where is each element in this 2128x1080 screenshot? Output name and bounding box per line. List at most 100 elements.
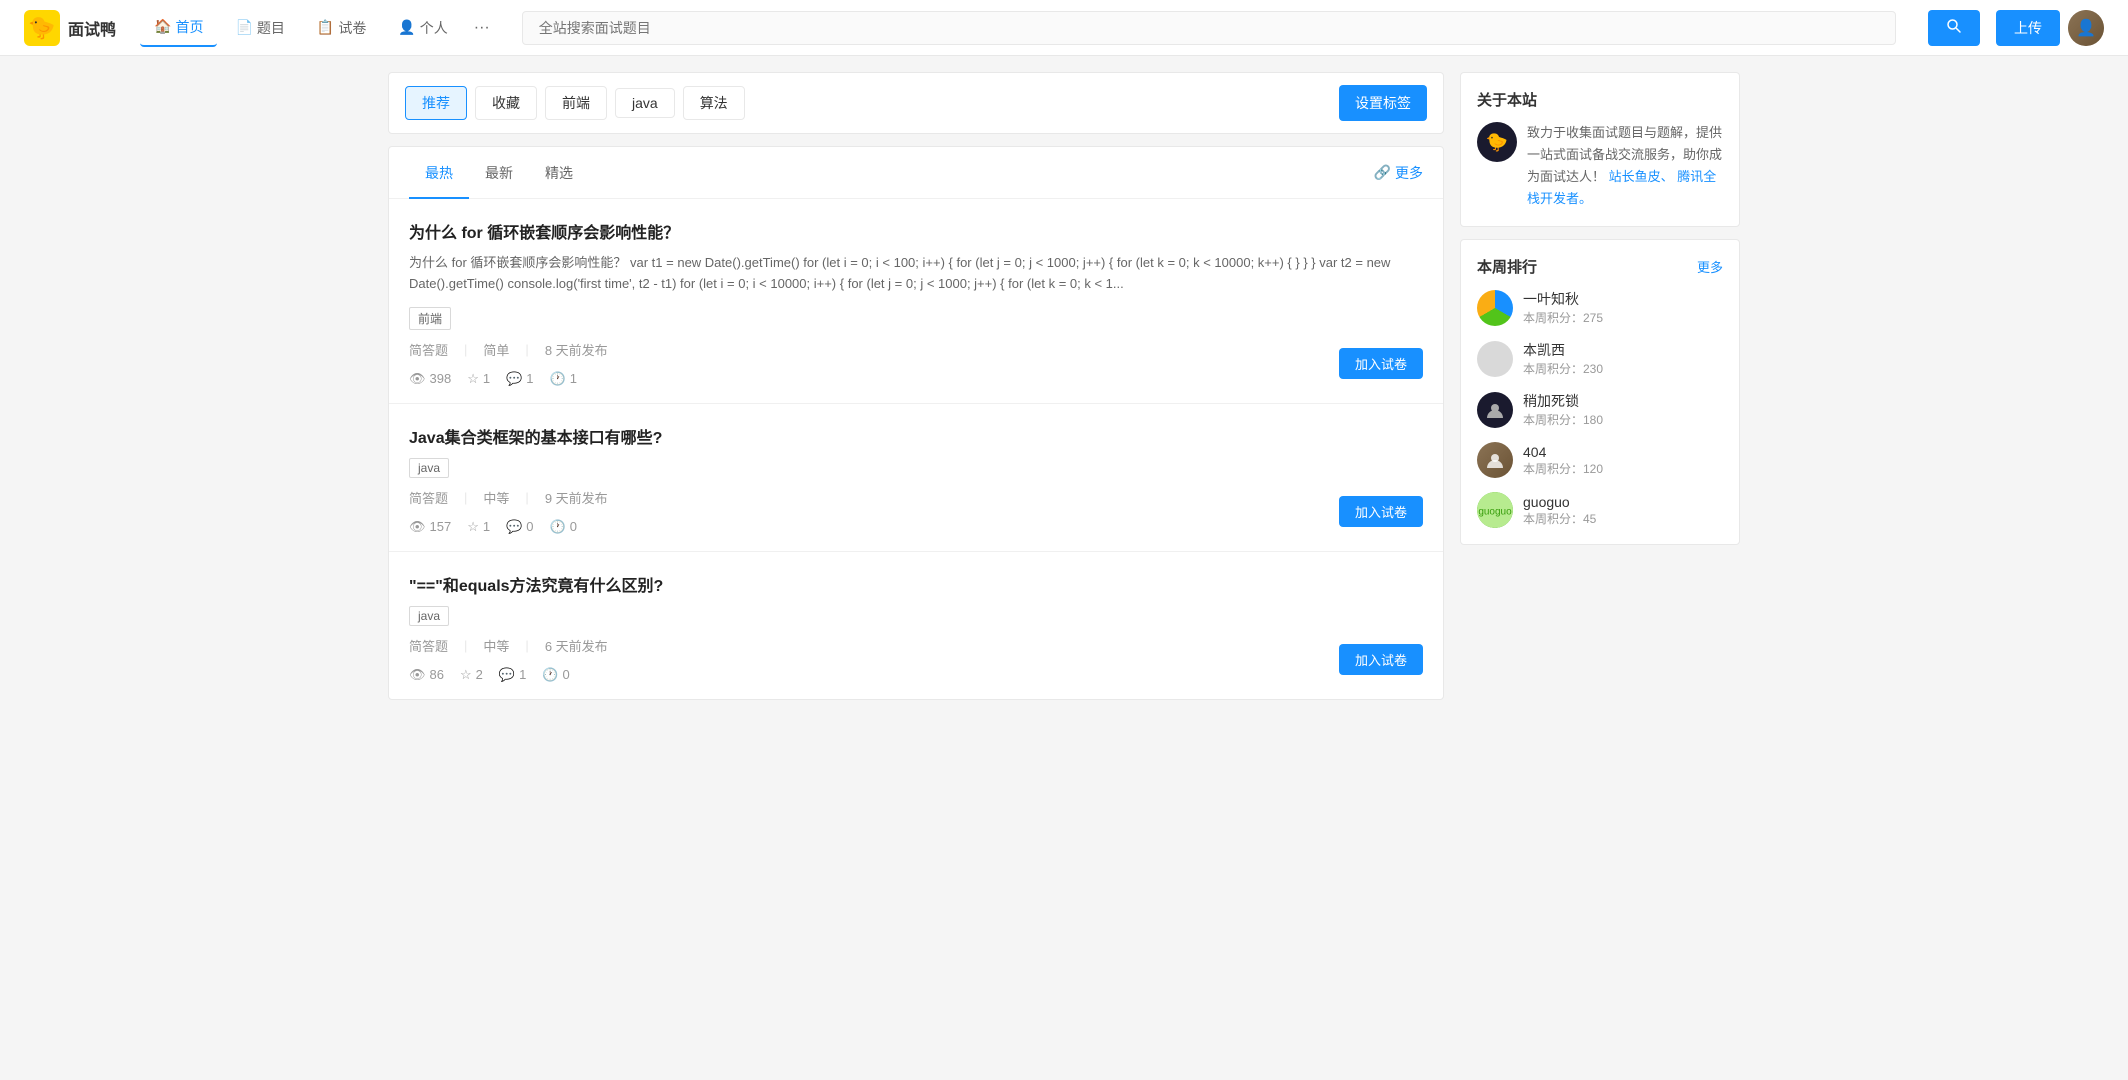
star-icon: ☆ xyxy=(467,371,479,387)
stat-stars-3: ☆ 2 xyxy=(460,667,483,683)
add-exam-button-1[interactable]: 加入试卷 xyxy=(1339,348,1423,379)
rank-info-4: 404 本周积分：120 xyxy=(1523,444,1723,477)
rank-item: guoguo guoguo 本周积分：45 xyxy=(1477,492,1723,528)
logo[interactable]: 🐤 面试鸭 xyxy=(24,10,116,46)
stat-views-3: 👁 86 xyxy=(409,667,444,683)
q-tag[interactable]: java xyxy=(409,458,449,478)
rank-more-link[interactable]: 更多 xyxy=(1697,257,1723,276)
content-left: 推荐 收藏 前端 java 算法 设置标签 最热 最新 精选 🔗 更多 xyxy=(388,72,1444,700)
stat-views-2: 👁 157 xyxy=(409,519,451,535)
rank-avatar-3 xyxy=(1477,392,1513,428)
rank-title: 本周排行 xyxy=(1477,256,1537,277)
q-tag[interactable]: 前端 xyxy=(409,307,451,330)
rank-name-4: 404 xyxy=(1523,444,1723,460)
rank-item: 一叶知秋 本周积分：275 xyxy=(1477,289,1723,326)
rank-avatar-1 xyxy=(1477,290,1513,326)
question-meta-2: 简答题 | 中等 | 9 天前发布 xyxy=(409,488,608,507)
sidebar-right: 关于本站 🐤 致力于收集面试题目与题解，提供一站式面试备战交流服务，助你成为面试… xyxy=(1460,72,1740,700)
question-item: 为什么 for 循环嵌套顺序会影响性能？ 为什么 for 循环嵌套顺序会影响性能… xyxy=(389,199,1443,404)
question-type-3: 简答题 xyxy=(409,636,448,655)
q-tag[interactable]: java xyxy=(409,606,449,626)
question-meta-1: 简答题 | 简单 | 8 天前发布 xyxy=(409,340,608,359)
author-link-1[interactable]: 站长鱼皮、 xyxy=(1609,169,1674,184)
question-difficulty-1: 简单 xyxy=(483,340,509,359)
history-icon: 🕐 xyxy=(550,371,566,387)
rank-name-5: guoguo xyxy=(1523,494,1723,510)
search-input[interactable] xyxy=(522,11,1896,45)
rank-name-1: 一叶知秋 xyxy=(1523,289,1723,309)
add-exam-button-3[interactable]: 加入试卷 xyxy=(1339,644,1423,675)
tag-collected[interactable]: 收藏 xyxy=(475,86,537,120)
tag-java[interactable]: java xyxy=(615,88,675,118)
navbar: 🐤 面试鸭 🏠 首页 📄 题目 📋 试卷 👤 个人 ··· xyxy=(0,0,2128,56)
search-button[interactable] xyxy=(1928,10,1980,46)
about-site-title: 关于本站 xyxy=(1477,89,1723,110)
question-footer-1: 简答题 | 简单 | 8 天前发布 👁 398 xyxy=(409,340,1423,387)
comment-icon: 💬 xyxy=(506,519,522,535)
rank-score-1: 本周积分：275 xyxy=(1523,309,1723,326)
stat-comments-2: 💬 0 xyxy=(506,519,533,535)
person-icon: 👤 xyxy=(398,19,415,36)
rank-score-4: 本周积分：120 xyxy=(1523,460,1723,477)
rank-avatar-2 xyxy=(1477,341,1513,377)
star-icon: ☆ xyxy=(460,667,472,683)
about-site-card: 关于本站 🐤 致力于收集面试题目与题解，提供一站式面试备战交流服务，助你成为面试… xyxy=(1460,72,1740,227)
tag-recommended[interactable]: 推荐 xyxy=(405,86,467,120)
navbar-right: 上传 👤 xyxy=(1920,10,2104,46)
question-title-2[interactable]: Java集合类框架的基本接口有哪些? xyxy=(409,424,1423,448)
more-link[interactable]: 🔗 更多 xyxy=(1374,163,1423,183)
set-tags-button[interactable]: 设置标签 xyxy=(1339,85,1427,121)
question-tags-1: 前端 xyxy=(409,307,1423,330)
search-area xyxy=(522,11,1896,45)
stat-history-3: 🕐 0 xyxy=(542,667,569,683)
question-footer-3: 简答题 | 中等 | 6 天前发布 👁 86 ☆ xyxy=(409,636,1423,683)
nav-exams[interactable]: 📋 试卷 xyxy=(303,10,380,46)
question-footer-2: 简答题 | 中等 | 9 天前发布 👁 157 xyxy=(409,488,1423,535)
star-icon: ☆ xyxy=(467,519,479,535)
stat-history-2: 🕐 0 xyxy=(550,519,577,535)
tab-latest[interactable]: 最新 xyxy=(469,147,529,199)
stat-stars-2: ☆ 1 xyxy=(467,519,490,535)
question-title-1[interactable]: 为什么 for 循环嵌套顺序会影响性能？ xyxy=(409,219,1423,243)
user-avatar[interactable]: 👤 xyxy=(2068,10,2104,46)
tag-algorithm[interactable]: 算法 xyxy=(683,86,745,120)
nav-links: 🏠 首页 📄 题目 📋 试卷 👤 个人 ··· xyxy=(140,9,498,47)
rank-score-5: 本周积分：45 xyxy=(1523,510,1723,527)
nav-more[interactable]: ··· xyxy=(466,11,498,45)
rank-info-5: guoguo 本周积分：45 xyxy=(1523,494,1723,527)
tab-hot[interactable]: 最热 xyxy=(409,147,469,199)
rank-avatar-4 xyxy=(1477,442,1513,478)
question-excerpt-1: 为什么 for 循环嵌套顺序会影响性能？ var t1 = new Date()… xyxy=(409,253,1423,295)
history-icon: 🕐 xyxy=(550,519,566,535)
rank-item: 404 本周积分：120 xyxy=(1477,442,1723,478)
paper-icon: 📋 xyxy=(317,19,334,36)
stat-comments-1: 💬 1 xyxy=(506,371,533,387)
comment-icon: 💬 xyxy=(506,371,522,387)
question-item: "=="和equals方法究竟有什么区别? java 简答题 | 中等 | 6 … xyxy=(389,552,1443,699)
sub-tabs: 最热 最新 精选 🔗 更多 xyxy=(389,147,1443,199)
tab-selected[interactable]: 精选 xyxy=(529,147,589,199)
question-tags-2: java xyxy=(409,458,1423,478)
question-stats-2: 👁 157 ☆ 1 💬 0 xyxy=(409,519,608,535)
question-published-2: 9 天前发布 xyxy=(545,488,608,507)
nav-profile[interactable]: 👤 个人 xyxy=(384,10,461,46)
nav-questions[interactable]: 📄 题目 xyxy=(221,10,298,46)
link-icon: 🔗 xyxy=(1374,164,1391,181)
tag-frontend[interactable]: 前端 xyxy=(545,86,607,120)
rank-info-1: 一叶知秋 本周积分：275 xyxy=(1523,289,1723,326)
rank-name-3: 稍加死锁 xyxy=(1523,391,1723,411)
rank-info-2: 本凯西 本周积分：230 xyxy=(1523,340,1723,377)
rank-list: 一叶知秋 本周积分：275 本凯西 本周积分：230 xyxy=(1477,289,1723,528)
main-container: 推荐 收藏 前端 java 算法 设置标签 最热 最新 精选 🔗 更多 xyxy=(364,56,1764,716)
add-exam-button-2[interactable]: 加入试卷 xyxy=(1339,496,1423,527)
rank-name-2: 本凯西 xyxy=(1523,340,1723,360)
rank-score-2: 本周积分：230 xyxy=(1523,360,1723,377)
avatar-img: 👤 xyxy=(2068,10,2104,46)
rank-item: 稍加死锁 本周积分：180 xyxy=(1477,391,1723,428)
nav-home[interactable]: 🏠 首页 xyxy=(140,9,217,47)
home-icon: 🏠 xyxy=(154,18,171,35)
question-difficulty-2: 中等 xyxy=(483,488,509,507)
questions-panel: 最热 最新 精选 🔗 更多 为什么 for 循环嵌套顺序会影响性能？ 为什么 f… xyxy=(388,146,1444,700)
question-title-3[interactable]: "=="和equals方法究竟有什么区别? xyxy=(409,572,1423,596)
upload-button[interactable]: 上传 xyxy=(1996,10,2060,46)
